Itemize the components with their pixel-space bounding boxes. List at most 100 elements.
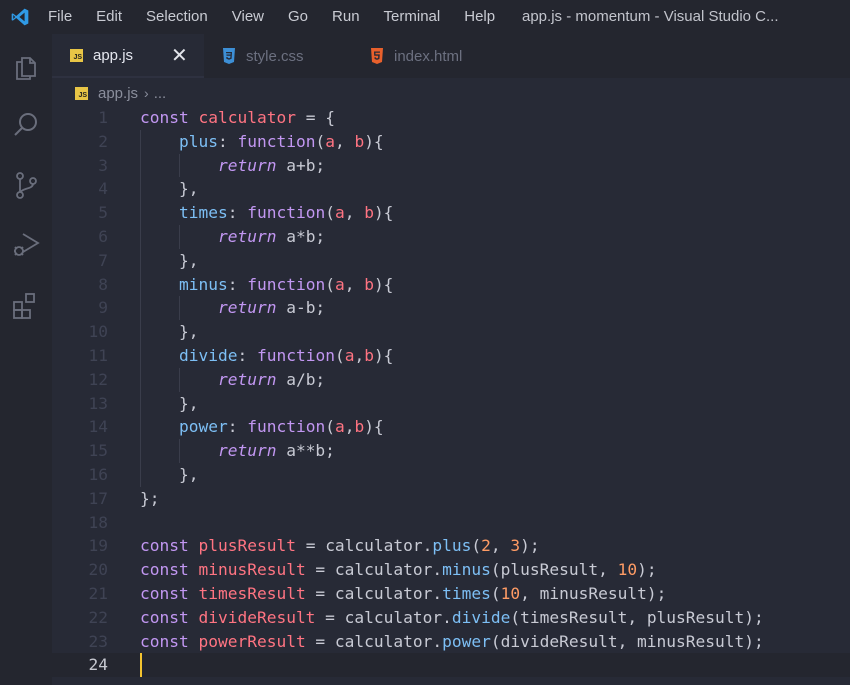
code-token: return — [217, 155, 277, 175]
code-token: , — [344, 417, 355, 437]
code-token: }, — [140, 179, 199, 199]
code-token: b — [354, 417, 365, 437]
code-line[interactable]: 19 const plusResult = calculator.plus(2, … — [52, 534, 850, 558]
code-line[interactable]: 23 const powerResult = calculator.power(d… — [52, 630, 850, 654]
tab-app-js[interactable]: JS app.js ✕ — [52, 34, 204, 78]
menu-edit[interactable]: Edit — [84, 0, 134, 34]
code-text: times: function(a, b){ — [140, 201, 393, 225]
code-token: function — [247, 274, 326, 294]
code-token: a*b; — [276, 227, 326, 246]
line-number: 4 — [98, 179, 108, 199]
code-token: (plusResult, — [490, 560, 618, 580]
code-line[interactable]: 6 return a*b; — [52, 225, 850, 249]
code-text: divide: function(a,b){ — [140, 344, 393, 368]
code-token: ){ — [364, 131, 384, 151]
js-file-icon: JS — [75, 86, 88, 100]
code-token: a — [344, 346, 355, 365]
code-line[interactable]: 22 const divideResult = calculator.divide… — [52, 606, 850, 630]
js-file-icon: JS — [70, 48, 83, 62]
code-token: : — [227, 203, 248, 223]
code-token: = calculator. — [305, 631, 443, 651]
code-line[interactable]: 1 const calculator = { — [52, 106, 850, 130]
line-number: 5 — [98, 203, 108, 223]
code-token: ( — [325, 203, 335, 223]
code-line[interactable]: 11 divide: function(a,b){ — [52, 344, 850, 368]
code-token: }; — [140, 488, 160, 508]
code-token: power — [178, 417, 228, 437]
code-line[interactable]: 2 plus: function(a, b){ — [52, 130, 850, 154]
code-token: minus — [442, 560, 491, 580]
code-token: , — [334, 131, 355, 151]
code-token: }, — [140, 465, 199, 484]
code-token: const — [140, 108, 199, 127]
chevron-right-icon: › — [144, 85, 149, 101]
code-token: }, — [140, 322, 199, 342]
code-token: a-b; — [276, 298, 326, 318]
menu-selection[interactable]: Selection — [134, 0, 220, 34]
line-number: 3 — [98, 155, 108, 175]
code-line[interactable]: 10 }, — [52, 320, 850, 344]
code-line[interactable]: 16 }, — [52, 463, 850, 487]
menu-go[interactable]: Go — [276, 0, 320, 34]
code-token: timesResult — [198, 584, 306, 603]
line-number: 23 — [88, 631, 109, 651]
code-token: minusResult — [198, 560, 306, 580]
code-line[interactable]: 9 return a-b; — [52, 296, 850, 320]
code-text: const calculator = { — [140, 106, 335, 130]
menu-file[interactable]: File — [44, 0, 84, 34]
code-token: ( — [471, 536, 482, 556]
tab-index-html[interactable]: index.html — [352, 34, 502, 78]
code-token: : — [227, 274, 248, 294]
code-token: }, — [140, 250, 199, 270]
code-token: divide — [451, 607, 511, 627]
menu-terminal[interactable]: Terminal — [372, 0, 453, 34]
breadcrumb-more[interactable]: ... — [154, 85, 167, 102]
search-icon[interactable] — [9, 108, 43, 142]
code-text: plus: function(a, b){ — [140, 130, 384, 154]
code-line[interactable]: 17}; — [52, 487, 850, 511]
code-editor[interactable]: 1 const calculator = {2 plus: function(a,… — [52, 106, 850, 685]
explorer-icon[interactable] — [9, 49, 43, 83]
code-token: return — [217, 441, 277, 461]
code-line[interactable]: 18 — [52, 511, 850, 535]
source-control-icon[interactable] — [9, 168, 43, 202]
code-line[interactable]: 4 }, — [52, 177, 850, 201]
line-number: 7 — [98, 250, 108, 270]
menu-run[interactable]: Run — [320, 0, 372, 34]
code-line[interactable]: 3 return a+b; — [52, 154, 850, 178]
code-text: power: function(a,b){ — [140, 415, 384, 439]
run-debug-icon[interactable] — [9, 227, 43, 261]
code-token: const — [140, 536, 199, 556]
code-token: a**b; — [276, 441, 335, 461]
menu-bar: File Edit Selection View Go Run Terminal… — [44, 0, 507, 34]
code-line[interactable]: 20 const minusResult = calculator.minus(p… — [52, 558, 850, 582]
code-line[interactable]: 8 minus: function(a, b){ — [52, 273, 850, 297]
extensions-icon[interactable] — [9, 288, 43, 322]
code-token: a — [334, 274, 345, 294]
code-token: 2 — [481, 536, 491, 556]
code-text: }, — [140, 392, 199, 416]
code-token: : — [237, 346, 257, 365]
code-token: calculator — [198, 108, 296, 127]
code-token: function — [247, 203, 326, 223]
code-line[interactable]: 5 times: function(a, b){ — [52, 201, 850, 225]
code-line[interactable]: 15 return a**b; — [52, 439, 850, 463]
close-icon[interactable]: ✕ — [171, 43, 188, 68]
code-line[interactable]: 12 return a/b; — [52, 368, 850, 392]
code-line[interactable]: 13 }, — [52, 392, 850, 416]
code-text: return a+b; — [140, 154, 325, 178]
line-number: 11 — [88, 346, 109, 365]
menu-view[interactable]: View — [220, 0, 276, 34]
indent-guide — [179, 296, 180, 321]
code-line[interactable]: 24 — [52, 653, 850, 678]
code-line[interactable]: 7 }, — [52, 249, 850, 273]
tab-style-css[interactable]: style.css — [204, 34, 352, 78]
code-line[interactable]: 21 const timesResult = calculator.times(1… — [52, 582, 850, 606]
code-token: , — [344, 274, 365, 294]
code-token: const — [140, 607, 199, 627]
code-line[interactable]: 14 power: function(a,b){ — [52, 415, 850, 439]
code-token: a — [334, 417, 345, 437]
code-token: b — [364, 274, 374, 294]
menu-help[interactable]: Help — [452, 0, 507, 34]
breadcrumb-file[interactable]: app.js — [98, 85, 138, 102]
